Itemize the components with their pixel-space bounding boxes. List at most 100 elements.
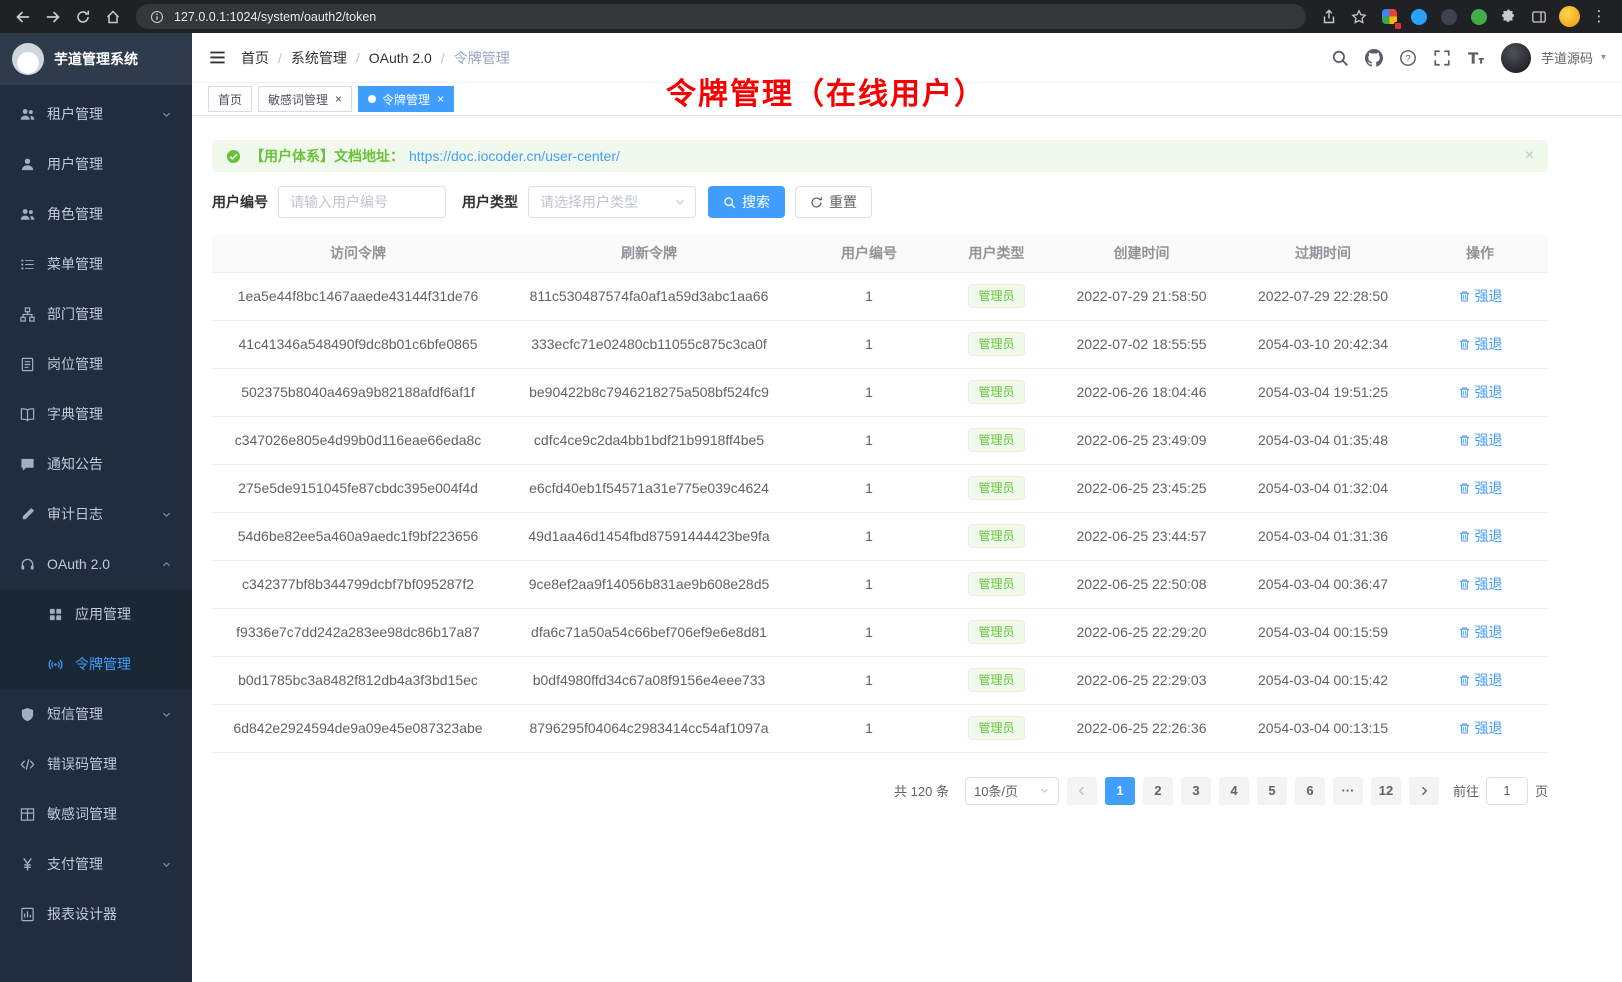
sidebar-item-dept[interactable]: 部门管理 [0, 289, 192, 339]
breadcrumb-item[interactable]: 系统管理 [291, 48, 347, 68]
sidebar-item-tenant[interactable]: 租户管理 [0, 89, 192, 139]
close-icon[interactable]: × [437, 93, 444, 105]
table-row: 275e5de9151045fe87cbdc395e004f4de6cfd40e… [212, 464, 1548, 512]
hamburger-icon[interactable] [208, 48, 227, 67]
force-logout-button[interactable]: 强退 [1458, 382, 1503, 402]
sidebar-item-label: 短信管理 [47, 704, 161, 724]
force-logout-button[interactable]: 强退 [1458, 286, 1503, 306]
home-button[interactable] [100, 4, 126, 30]
bookmark-star-icon[interactable] [1346, 4, 1372, 30]
user-id-cell: 1 [794, 272, 944, 320]
github-icon[interactable] [1365, 49, 1383, 67]
user-id-input[interactable] [278, 186, 446, 218]
code-icon [20, 757, 35, 772]
user-type-select[interactable]: 请选择用户类型 [528, 186, 696, 218]
sidebar-item-role[interactable]: 角色管理 [0, 189, 192, 239]
force-logout-button[interactable]: 强退 [1458, 718, 1503, 738]
user-id-cell: 1 [794, 512, 944, 560]
profile-avatar-icon[interactable] [1556, 4, 1582, 30]
help-icon[interactable]: ? [1399, 49, 1417, 67]
sidebar-item-oauth2[interactable]: OAuth 2.0 [0, 539, 192, 589]
pager-ellipsis[interactable]: ··· [1333, 777, 1363, 805]
sidebar-item-error-code[interactable]: 错误码管理 [0, 739, 192, 789]
browser-nav-icons [10, 4, 126, 30]
annotation-text: 令牌管理（在线用户） [666, 69, 986, 113]
expire-time-cell: 2022-07-29 22:28:50 [1234, 272, 1412, 320]
extension-blue-icon[interactable] [1406, 4, 1432, 30]
force-logout-button[interactable]: 强退 [1458, 478, 1503, 498]
page-content: 【用户体系】文档地址： https://doc.iocoder.cn/user-… [192, 116, 1622, 805]
create-time-cell: 2022-06-25 23:49:09 [1049, 416, 1234, 464]
table-row: 502375b8040a469a9b82188afdf6af1fbe90422b… [212, 368, 1548, 416]
extension-dark-icon[interactable] [1436, 4, 1462, 30]
force-logout-button[interactable]: 强退 [1458, 670, 1503, 690]
sidebar-item-dict[interactable]: 字典管理 [0, 389, 192, 439]
token-table: 访问令牌刷新令牌用户编号用户类型创建时间过期时间操作 1ea5e44f8bc14… [212, 234, 1548, 753]
doc-link[interactable]: https://doc.iocoder.cn/user-center/ [409, 148, 620, 164]
sidebar-item-report[interactable]: 报表设计器 [0, 889, 192, 939]
back-button[interactable] [10, 4, 36, 30]
sidebar-item-menu[interactable]: 菜单管理 [0, 239, 192, 289]
next-page-button[interactable] [1409, 777, 1439, 805]
tab-home[interactable]: 首页 [208, 86, 252, 112]
side-panel-icon[interactable] [1526, 4, 1552, 30]
breadcrumb-item[interactable]: 首页 [241, 48, 269, 68]
page-size-select[interactable]: 10条/页 [965, 777, 1059, 805]
search-button[interactable]: 搜索 [708, 186, 785, 218]
prev-page-button[interactable] [1067, 777, 1097, 805]
reset-button[interactable]: 重置 [795, 186, 872, 218]
page-button-2[interactable]: 2 [1143, 777, 1173, 805]
create-time-cell: 2022-06-26 18:04:46 [1049, 368, 1234, 416]
tab-label: 首页 [218, 91, 242, 108]
browser-menu-icon[interactable]: ⋮ [1586, 4, 1612, 30]
user-name[interactable]: 芋道源码 [1541, 48, 1593, 67]
force-logout-button[interactable]: 强退 [1458, 430, 1503, 450]
force-logout-button[interactable]: 强退 [1458, 574, 1503, 594]
chevron-down-icon [161, 859, 172, 870]
sidebar-item-pay[interactable]: 支付管理 [0, 839, 192, 889]
forward-button[interactable] [40, 4, 66, 30]
page-button-3[interactable]: 3 [1181, 777, 1211, 805]
page-button-4[interactable]: 4 [1219, 777, 1249, 805]
force-logout-button[interactable]: 强退 [1458, 622, 1503, 642]
address-bar[interactable]: 127.0.0.1:1024/system/oauth2/token [136, 4, 1306, 29]
force-logout-button[interactable]: 强退 [1458, 334, 1503, 354]
app-root: 芋道管理系统 租户管理用户管理角色管理菜单管理部门管理岗位管理字典管理通知公告审… [0, 33, 1622, 982]
create-time-cell: 2022-07-29 21:58:50 [1049, 272, 1234, 320]
user-type-placeholder: 请选择用户类型 [540, 192, 638, 212]
sidebar-item-app[interactable]: 应用管理 [0, 589, 192, 639]
force-logout-button[interactable]: 强退 [1458, 526, 1503, 546]
page-button-5[interactable]: 5 [1257, 777, 1287, 805]
sidebar-item-post[interactable]: 岗位管理 [0, 339, 192, 389]
page-button-1[interactable]: 1 [1105, 777, 1135, 805]
reload-button[interactable] [70, 4, 96, 30]
expire-time-cell: 2054-03-10 20:42:34 [1234, 320, 1412, 368]
sidebar-item-user[interactable]: 用户管理 [0, 139, 192, 189]
sidebar-item-sms[interactable]: 短信管理 [0, 689, 192, 739]
site-info-icon[interactable] [148, 8, 166, 26]
user-type-tag: 管理员 [968, 428, 1024, 452]
extension-green-icon[interactable] [1466, 4, 1492, 30]
breadcrumb-item[interactable]: OAuth 2.0 [369, 50, 432, 66]
sidebar-item-notice[interactable]: 通知公告 [0, 439, 192, 489]
access-token-cell: 275e5de9151045fe87cbdc395e004f4d [212, 464, 504, 512]
jump-page-input[interactable] [1486, 777, 1528, 805]
share-icon[interactable] [1316, 4, 1342, 30]
font-size-icon[interactable] [1467, 49, 1485, 67]
create-time-cell: 2022-06-25 23:44:57 [1049, 512, 1234, 560]
alert-close-icon[interactable]: × [1525, 148, 1534, 164]
page-button-12[interactable]: 12 [1371, 777, 1401, 805]
extensions-puzzle-icon[interactable] [1496, 4, 1522, 30]
fullscreen-icon[interactable] [1433, 49, 1451, 67]
user-id-cell: 1 [794, 608, 944, 656]
sidebar-item-token[interactable]: 令牌管理 [0, 639, 192, 689]
tab-token[interactable]: 令牌管理× [358, 86, 454, 112]
user-avatar[interactable] [1501, 43, 1531, 73]
sidebar-item-sensitive-word[interactable]: 敏感词管理 [0, 789, 192, 839]
tab-sensitive-word[interactable]: 敏感词管理× [258, 86, 352, 112]
close-icon[interactable]: × [335, 93, 342, 105]
sidebar-item-audit-log[interactable]: 审计日志 [0, 489, 192, 539]
extension-multicolor-icon[interactable] [1376, 4, 1402, 30]
search-icon[interactable] [1331, 49, 1349, 67]
page-button-6[interactable]: 6 [1295, 777, 1325, 805]
